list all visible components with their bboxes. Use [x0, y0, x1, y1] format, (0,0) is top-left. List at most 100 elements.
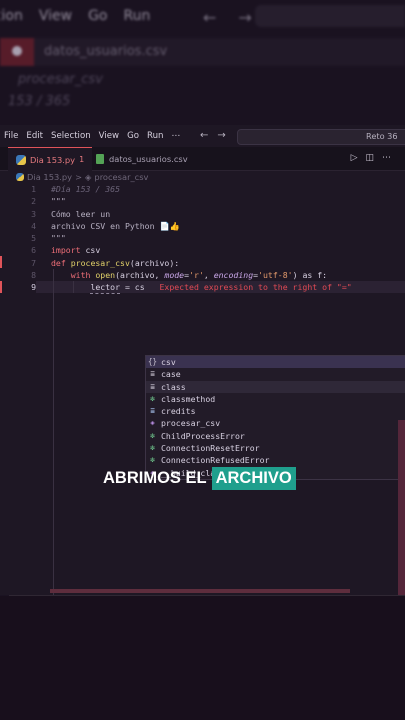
breadcrumb-separator: > [75, 172, 83, 182]
blurred-menu-item: tion [0, 8, 23, 24]
function-name: procesar_csv [70, 257, 130, 268]
line-number: 8 [31, 270, 36, 281]
menu-run[interactable]: Run [147, 131, 163, 141]
tab-dia-153[interactable]: Dia 153.py 1 [8, 147, 92, 171]
blurred-tab-file: datos_usuarios.csv [44, 44, 168, 59]
blurred-menu-item: Run [123, 8, 151, 24]
suggestion-label: credits [161, 406, 196, 417]
code-line-7: def procesar_csv(archivo): [51, 257, 352, 269]
python-file-icon [16, 173, 24, 181]
code-line-4: archivo CSV en Python 📄👍 [51, 220, 180, 231]
class-icon: ❇ [150, 443, 155, 453]
line-number: 7 [31, 257, 36, 268]
code-line-5: """ [51, 233, 66, 244]
python-file-icon [16, 154, 26, 165]
code-line-8: with open(archivo, mode='r', encoding='u… [51, 269, 352, 281]
suggestion-item[interactable]: ❇ classmethod [146, 393, 405, 405]
suggestion-label: classmethod [161, 393, 216, 404]
suggestion-label: procesar_csv [161, 418, 221, 429]
code-line-9: lector = cs Expected expression to the r… [51, 281, 352, 293]
keyword-import: import [51, 245, 81, 256]
suggestion-item[interactable]: ❇ ChildProcessError [146, 430, 405, 442]
code-lines: #Día 153 / 365 """ Cómo leer un archivo … [51, 183, 352, 294]
class-icon: ❇ [150, 430, 155, 440]
suggestion-item[interactable]: ≣ credits [146, 405, 405, 417]
blurred-crumb: procesar_csv [18, 72, 103, 87]
code-text: (archivo, [115, 270, 165, 281]
blurred-menu-item: View [38, 8, 73, 24]
module-icon: {} [147, 357, 158, 366]
blurred-menu: tion View Go Run [0, 8, 150, 24]
inline-error-message: Expected expression to the right of "=" [159, 282, 352, 293]
more-actions-icon[interactable]: ⋯ [382, 153, 399, 163]
line-number: 5 [31, 233, 36, 244]
suggestion-item[interactable]: ◈ procesar_csv [146, 417, 405, 429]
code-line-6: import csv [51, 244, 352, 256]
autocomplete-dropdown: {} csv ≣ case ≣ class ❇ classmethod ≣ credits… [145, 355, 405, 480]
indent-guide [53, 269, 54, 599]
code-text: csv [80, 245, 101, 256]
tab-bar: Dia 153.py 1 datos_usuarios.csv ▷◫⋯ [0, 147, 405, 171]
line-number: 2 [31, 196, 36, 207]
command-center-search[interactable]: Reto 36 [237, 129, 405, 145]
breadcrumb: Dia 153.py > ◈ procesar_csv [16, 172, 148, 182]
blurred-line-comment: 153 / 365 [8, 94, 71, 109]
suggestion-label: class [161, 381, 186, 392]
builtin-open: open [95, 270, 116, 281]
suggestion-item[interactable]: ❇ ConnectionRefusedError [146, 454, 405, 466]
tab-datos-usuarios[interactable]: datos_usuarios.csv [96, 147, 206, 170]
line-number: 4 [31, 220, 36, 231]
suggestion-item[interactable]: {} csv [146, 356, 405, 369]
string-literal: 'r' [189, 270, 204, 281]
keyword-with: with [70, 270, 91, 281]
problem-count-badge: 1 [79, 155, 85, 164]
keyword-def: def [51, 257, 66, 268]
blurred-search [255, 5, 405, 27]
class-icon: ❇ [150, 393, 155, 403]
split-editor-icon[interactable]: ◫ [365, 153, 382, 163]
menu-view[interactable]: View [99, 131, 119, 141]
suggestion-item[interactable]: ≣ class [146, 380, 405, 393]
menu-edit[interactable]: Edit [26, 131, 43, 141]
menu-selection[interactable]: Selection [51, 131, 91, 141]
vertical-scrollbar[interactable] [398, 420, 405, 620]
code-editor[interactable]: 1 2 3 4 5 6 7 8 9 #Día 153 / 365 """ Cóm… [0, 183, 405, 599]
suggestion-item[interactable]: ≣ case [146, 368, 405, 380]
code-text: lector = cs [90, 282, 145, 293]
code-text: ) as f: [292, 270, 328, 281]
function-icon: ◈ [150, 418, 155, 428]
menu-go[interactable]: Go [127, 131, 139, 141]
run-icon[interactable]: ▷ [351, 153, 366, 163]
bottom-panel [0, 596, 405, 720]
function-symbol-icon: ◈ [85, 172, 92, 182]
variable-icon: ≣ [150, 406, 155, 416]
string-literal: 'utf-8' [258, 270, 293, 281]
keyword-icon: ≣ [150, 369, 155, 379]
suggestion-item[interactable]: ❇ ConnectionResetError [146, 442, 405, 454]
line-number: 6 [31, 245, 36, 256]
horizontal-scrollbar[interactable] [50, 589, 350, 593]
nav-back-forward-icon[interactable]: ←→ [200, 130, 235, 141]
code-text: , [203, 270, 214, 281]
suggestion-label: csv [161, 357, 176, 367]
breadcrumb-file[interactable]: Dia 153.py [27, 172, 72, 182]
breadcrumb-symbol[interactable]: procesar_csv [94, 172, 148, 182]
param-encoding: encoding [213, 270, 254, 281]
search-text: Reto 36 [366, 131, 398, 141]
code-line-1: #Día 153 / 365 [51, 184, 121, 194]
class-icon: ❇ [150, 455, 155, 465]
line-number-gutter: 1 2 3 4 5 6 7 8 9 [0, 183, 36, 294]
suggestion-label: ConnectionResetError [161, 443, 260, 454]
suggestion-label: ChildProcessError [161, 430, 245, 441]
blurred-unsaved-dot-icon [12, 46, 22, 56]
menu-file[interactable]: File [4, 131, 18, 141]
keyword-icon: ≣ [150, 381, 155, 391]
code-line-2: """ [51, 196, 66, 207]
caption-text: ABRIMOS EL [103, 469, 207, 487]
code-text: (archivo): [129, 257, 180, 268]
suggestion-label: case [161, 369, 181, 380]
menu-more[interactable]: ⋯ [171, 131, 180, 141]
editor-actions[interactable]: ▷◫⋯ [351, 153, 399, 163]
menu-bar: File Edit Selection View Go Run ⋯ ←→ Ret… [0, 125, 405, 147]
tab-label: Dia 153.py [30, 154, 76, 165]
